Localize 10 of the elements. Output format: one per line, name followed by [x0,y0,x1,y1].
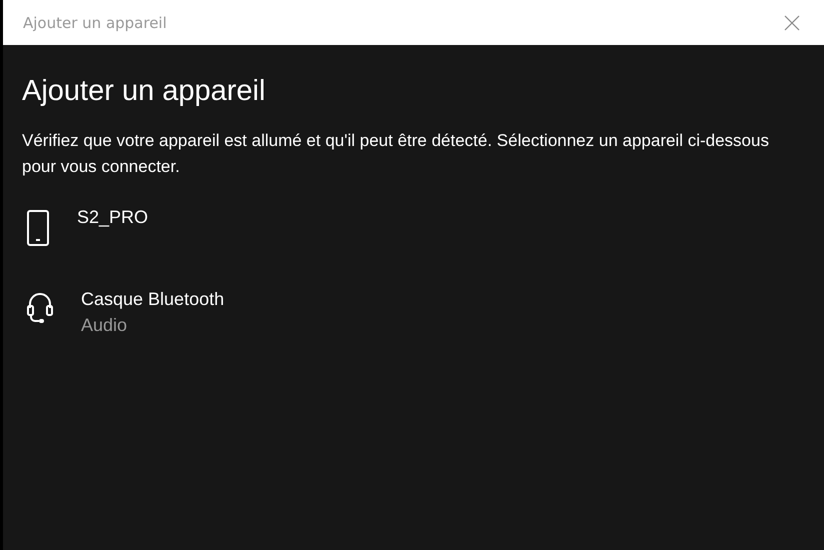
device-name: Casque Bluetooth [81,288,224,311]
device-type: Audio [81,314,128,337]
device-item[interactable]: Casque Bluetooth Audio [22,286,805,338]
instructions-text: Vérifiez que votre appareil est allumé et qu'il peut être détecté. Sélectionnez un appareil ci-dessous pour vous connecter. [22,130,770,178]
dialog-heading: Ajouter un appareil [22,75,266,108]
phone-icon [27,210,49,246]
device-item[interactable]: S2_PRO [22,204,805,246]
headset-icon [27,292,53,324]
window-title: Ajouter un appareil [23,14,167,32]
device-name: S2_PRO [77,206,148,229]
